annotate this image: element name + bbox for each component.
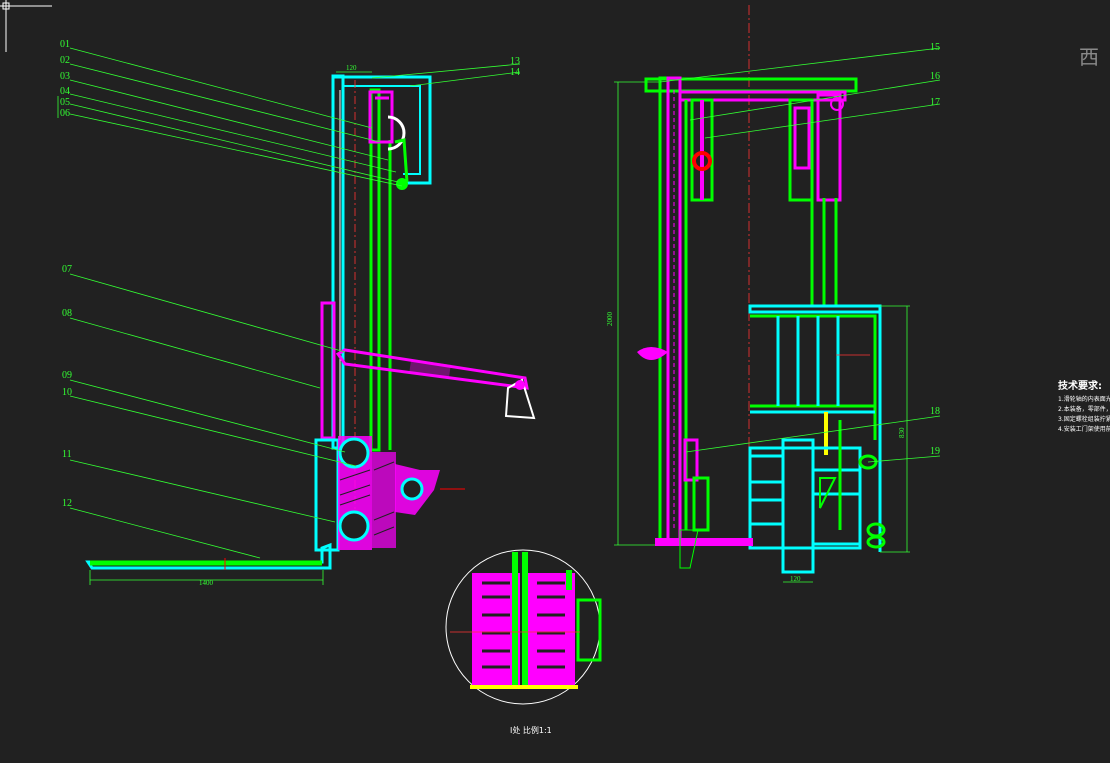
left-callout-labels: 01 02 03 04 05 06 07 08 09 10 11 12 [60,39,72,509]
dim-overall-height: 2000 [606,312,614,327]
callout-07: 07 [62,264,72,275]
tech-note-line: 2.本装备，零部件， [1058,405,1110,413]
right-leader-lines [371,47,941,463]
viewcube-west-button[interactable]: 西 [1074,40,1104,74]
callout-08: 08 [62,308,72,319]
callout-09: 09 [62,370,72,381]
detail-view-circle [445,549,602,705]
dim-carriage-height: 830 [898,427,906,438]
ucs-icon [0,0,52,52]
callout-06: 06 [60,108,70,119]
tech-note-line: 3.固定螺栓组装拧紧 [1058,415,1110,423]
callout-03: 03 [60,71,70,82]
dim-bottom-width: 120 [790,575,801,583]
tech-note-line: 4.安装工门架使用前 [1058,425,1110,433]
callout-02: 02 [60,55,70,66]
callout-10: 10 [62,387,72,398]
callout-17: 17 [930,97,940,108]
cad-drawing-canvas[interactable]: 120 1400 01 02 03 04 05 06 07 08 09 10 1… [0,0,1110,763]
callout-01: 01 [60,39,70,50]
tech-note-line: 1.滑轮轴的内表面光 [1058,395,1110,403]
callout-11: 11 [62,449,72,460]
callout-13: 13 [510,56,520,67]
callout-12: 12 [62,498,72,509]
callout-19: 19 [930,446,940,457]
callout-04: 04 [60,86,70,97]
dim-top-width: 120 [346,64,357,72]
callout-14: 14 [510,67,520,78]
left-side-view: 120 1400 [85,64,536,587]
detail-caption: I处 比例1:1 [510,725,552,735]
dim-fork-length: 1400 [199,579,214,587]
callout-15: 15 [930,42,940,53]
callout-16: 16 [930,71,940,82]
technical-requirements: 技术要求: 1.滑轮轴的内表面光 2.本装备，零部件， 3.固定螺栓组装拧紧 4… [1058,379,1110,433]
callout-18: 18 [930,406,940,417]
tech-notes-title: 技术要求: [1058,379,1102,392]
callout-05: 05 [60,97,70,108]
